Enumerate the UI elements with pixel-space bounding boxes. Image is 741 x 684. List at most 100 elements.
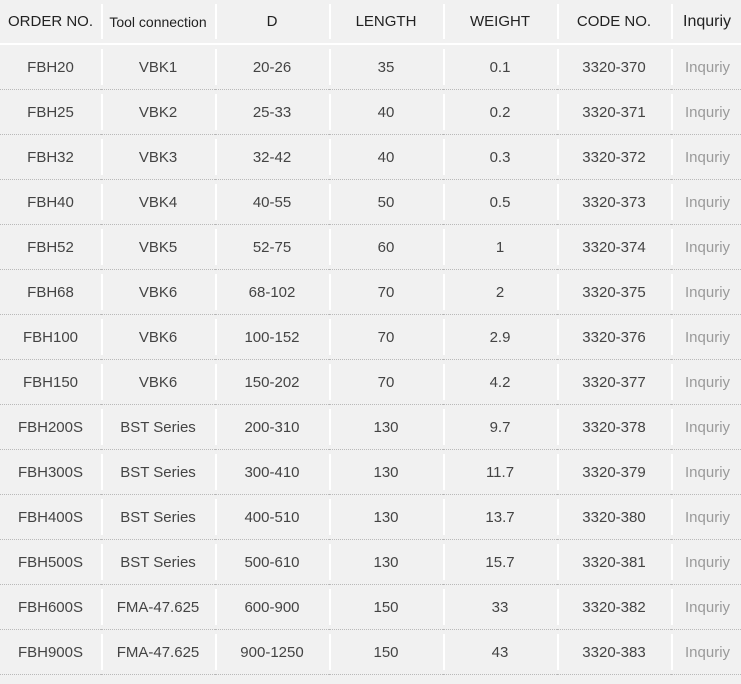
header-weight: WEIGHT xyxy=(443,0,557,45)
code-no-cell: 3320-375 xyxy=(557,269,671,315)
d-cell: 400-510 xyxy=(215,494,329,540)
inquiry-link[interactable]: Inquriy xyxy=(671,224,741,270)
weight-cell: 13.7 xyxy=(443,494,557,540)
d-cell: 600-900 xyxy=(215,584,329,630)
header-code-no: CODE NO. xyxy=(557,0,671,45)
order-no-cell: FBH600S xyxy=(0,584,101,630)
table-row: FBH32 VBK3 32-42 40 0.3 3320-372 Inquriy xyxy=(0,134,741,180)
length-cell: 70 xyxy=(329,359,443,405)
tool-connection-cell: VBK5 xyxy=(101,224,215,270)
weight-cell: 11.7 xyxy=(443,449,557,495)
d-cell: 300-410 xyxy=(215,449,329,495)
inquiry-link[interactable]: Inquriy xyxy=(671,584,741,630)
inquiry-link[interactable]: Inquriy xyxy=(671,494,741,540)
d-cell: 20-26 xyxy=(215,44,329,90)
tool-connection-cell: VBK6 xyxy=(101,359,215,405)
order-no-cell: FBH900S xyxy=(0,629,101,675)
length-cell: 40 xyxy=(329,89,443,135)
inquiry-link[interactable]: Inquriy xyxy=(671,539,741,585)
header-length: LENGTH xyxy=(329,0,443,45)
d-cell: 25-33 xyxy=(215,89,329,135)
length-cell: 35 xyxy=(329,44,443,90)
code-no-cell: 3320-378 xyxy=(557,404,671,450)
table-row: FBH40 VBK4 40-55 50 0.5 3320-373 Inquriy xyxy=(0,179,741,225)
code-no-cell: 3320-371 xyxy=(557,89,671,135)
inquiry-link[interactable]: Inquriy xyxy=(671,449,741,495)
table-row: FBH900S FMA-47.625 900-1250 150 43 3320-383 In… xyxy=(0,629,741,675)
code-no-cell: 3320-381 xyxy=(557,539,671,585)
order-no-cell: FBH500S xyxy=(0,539,101,585)
inquiry-link[interactable]: Inquriy xyxy=(671,134,741,180)
order-no-cell: FBH68 xyxy=(0,269,101,315)
code-no-cell: 3320-380 xyxy=(557,494,671,540)
inquiry-link[interactable]: Inquriy xyxy=(671,44,741,90)
d-cell: 200-310 xyxy=(215,404,329,450)
table-row: FBH200S BST Series 200-310 130 9.7 3320-378 In… xyxy=(0,404,741,450)
order-no-cell: FBH300S xyxy=(0,449,101,495)
header-order-no: ORDER NO. xyxy=(0,0,101,45)
d-cell: 900-1250 xyxy=(215,629,329,675)
inquiry-link[interactable]: Inquriy xyxy=(671,269,741,315)
header-tool-connection: Tool connection xyxy=(101,0,215,45)
product-table: ORDER NO. Tool connection D LENGTH WEIGH… xyxy=(0,0,741,675)
weight-cell: 2.9 xyxy=(443,314,557,360)
order-no-cell: FBH200S xyxy=(0,404,101,450)
order-no-cell: FBH100 xyxy=(0,314,101,360)
order-no-cell: FBH25 xyxy=(0,89,101,135)
order-no-cell: FBH40 xyxy=(0,179,101,225)
order-no-cell: FBH400S xyxy=(0,494,101,540)
tool-connection-cell: FMA-47.625 xyxy=(101,584,215,630)
weight-cell: 1 xyxy=(443,224,557,270)
tool-connection-cell: VBK1 xyxy=(101,44,215,90)
weight-cell: 0.1 xyxy=(443,44,557,90)
inquiry-link[interactable]: Inquriy xyxy=(671,179,741,225)
code-no-cell: 3320-374 xyxy=(557,224,671,270)
table-row: FBH300S BST Series 300-410 130 11.7 3320-379 I… xyxy=(0,449,741,495)
table-row: FBH20 VBK1 20-26 35 0.1 3320-370 Inquriy xyxy=(0,44,741,90)
tool-connection-cell: VBK6 xyxy=(101,314,215,360)
weight-cell: 33 xyxy=(443,584,557,630)
length-cell: 130 xyxy=(329,494,443,540)
inquiry-link[interactable]: Inquriy xyxy=(671,359,741,405)
order-no-cell: FBH150 xyxy=(0,359,101,405)
header-row: ORDER NO. Tool connection D LENGTH WEIGH… xyxy=(0,0,741,45)
table-row: FBH68 VBK6 68-102 70 2 3320-375 Inquriy xyxy=(0,269,741,315)
code-no-cell: 3320-383 xyxy=(557,629,671,675)
length-cell: 130 xyxy=(329,539,443,585)
length-cell: 70 xyxy=(329,269,443,315)
length-cell: 130 xyxy=(329,449,443,495)
tool-connection-cell: VBK3 xyxy=(101,134,215,180)
table-row: FBH150 VBK6 150-202 70 4.2 3320-377 Inquriy xyxy=(0,359,741,405)
weight-cell: 15.7 xyxy=(443,539,557,585)
d-cell: 68-102 xyxy=(215,269,329,315)
table-row: FBH500S BST Series 500-610 130 15.7 3320-381 I… xyxy=(0,539,741,585)
length-cell: 60 xyxy=(329,224,443,270)
tool-connection-cell: VBK6 xyxy=(101,269,215,315)
tool-connection-cell: BST Series xyxy=(101,404,215,450)
table-row: FBH52 VBK5 52-75 60 1 3320-374 Inquriy xyxy=(0,224,741,270)
weight-cell: 43 xyxy=(443,629,557,675)
weight-cell: 0.3 xyxy=(443,134,557,180)
order-no-cell: FBH32 xyxy=(0,134,101,180)
weight-cell: 2 xyxy=(443,269,557,315)
code-no-cell: 3320-382 xyxy=(557,584,671,630)
header-inquiry: Inquriy xyxy=(671,0,741,45)
code-no-cell: 3320-379 xyxy=(557,449,671,495)
inquiry-link[interactable]: Inquriy xyxy=(671,629,741,675)
d-cell: 52-75 xyxy=(215,224,329,270)
inquiry-link[interactable]: Inquriy xyxy=(671,89,741,135)
code-no-cell: 3320-373 xyxy=(557,179,671,225)
weight-cell: 0.5 xyxy=(443,179,557,225)
length-cell: 150 xyxy=(329,629,443,675)
weight-cell: 0.2 xyxy=(443,89,557,135)
d-cell: 100-152 xyxy=(215,314,329,360)
tool-connection-cell: VBK4 xyxy=(101,179,215,225)
order-no-cell: FBH20 xyxy=(0,44,101,90)
length-cell: 150 xyxy=(329,584,443,630)
inquiry-link[interactable]: Inquriy xyxy=(671,314,741,360)
tool-connection-cell: BST Series xyxy=(101,494,215,540)
inquiry-link[interactable]: Inquriy xyxy=(671,404,741,450)
weight-cell: 4.2 xyxy=(443,359,557,405)
code-no-cell: 3320-376 xyxy=(557,314,671,360)
code-no-cell: 3320-372 xyxy=(557,134,671,180)
